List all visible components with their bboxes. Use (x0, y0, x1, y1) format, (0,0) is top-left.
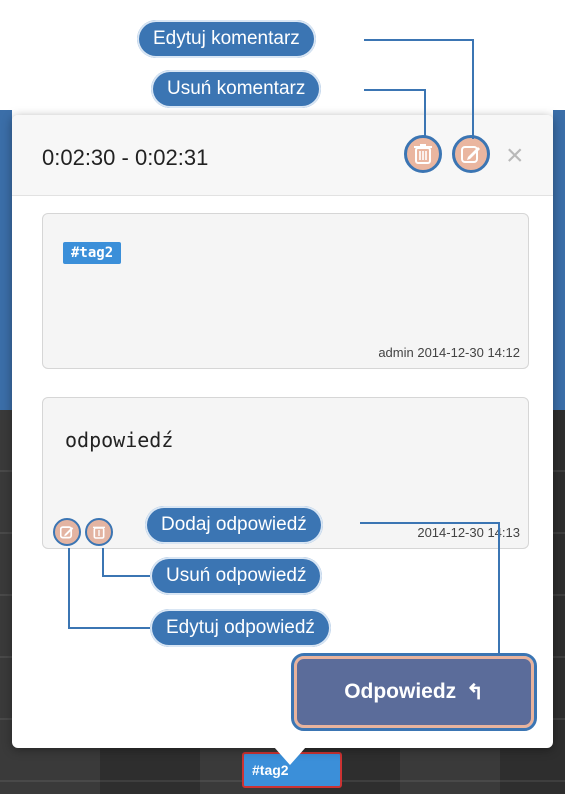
callout-edit-comment: Edytuj komentarz (137, 20, 316, 58)
trash-icon (414, 144, 432, 164)
callout-line (68, 548, 70, 628)
reply-text: odpowiedź (65, 428, 174, 452)
trash-icon (93, 526, 105, 539)
comment-body: #tag2 admin 2014-12-30 14:12 (42, 213, 529, 369)
callout-line (424, 89, 426, 137)
popover-arrow (274, 747, 306, 765)
close-icon[interactable]: × (506, 141, 524, 171)
edit-comment-button[interactable] (452, 135, 490, 173)
player-frame-right (553, 110, 565, 410)
callout-add-reply: Dodaj odpowiedź (145, 506, 323, 544)
callout-delete-reply: Usuń odpowiedź (150, 557, 323, 595)
pencil-icon (461, 146, 480, 163)
comment-tag[interactable]: #tag2 (63, 242, 122, 264)
player-frame-left (0, 110, 12, 410)
reply-meta: 2014-12-30 14:13 (417, 525, 520, 540)
callout-line (102, 575, 150, 577)
callout-line (472, 39, 474, 139)
callout-edit-reply: Edytuj odpowiedź (150, 609, 331, 647)
reply-button-label: Odpowiedz (344, 680, 457, 703)
delete-reply-button[interactable] (85, 518, 113, 546)
callout-delete-comment: Usuń komentarz (151, 70, 322, 108)
edit-reply-button[interactable] (53, 518, 81, 546)
reply-arrow-icon: ↰ (466, 680, 484, 704)
callout-line (364, 89, 426, 91)
comment-popover: 0:02:30 - 0:02:31 × #tag2 admin 2014-12-… (12, 115, 553, 765)
reply-button[interactable]: Odpowiedz ↰ (291, 653, 537, 731)
callout-line (360, 522, 500, 524)
callout-line (498, 522, 500, 656)
delete-comment-button[interactable] (404, 135, 442, 173)
time-range: 0:02:30 - 0:02:31 (42, 145, 209, 170)
callout-line (102, 548, 104, 576)
pencil-icon (60, 526, 74, 539)
callout-line (364, 39, 474, 41)
comment-meta: admin 2014-12-30 14:12 (378, 345, 520, 360)
callout-line (68, 627, 150, 629)
